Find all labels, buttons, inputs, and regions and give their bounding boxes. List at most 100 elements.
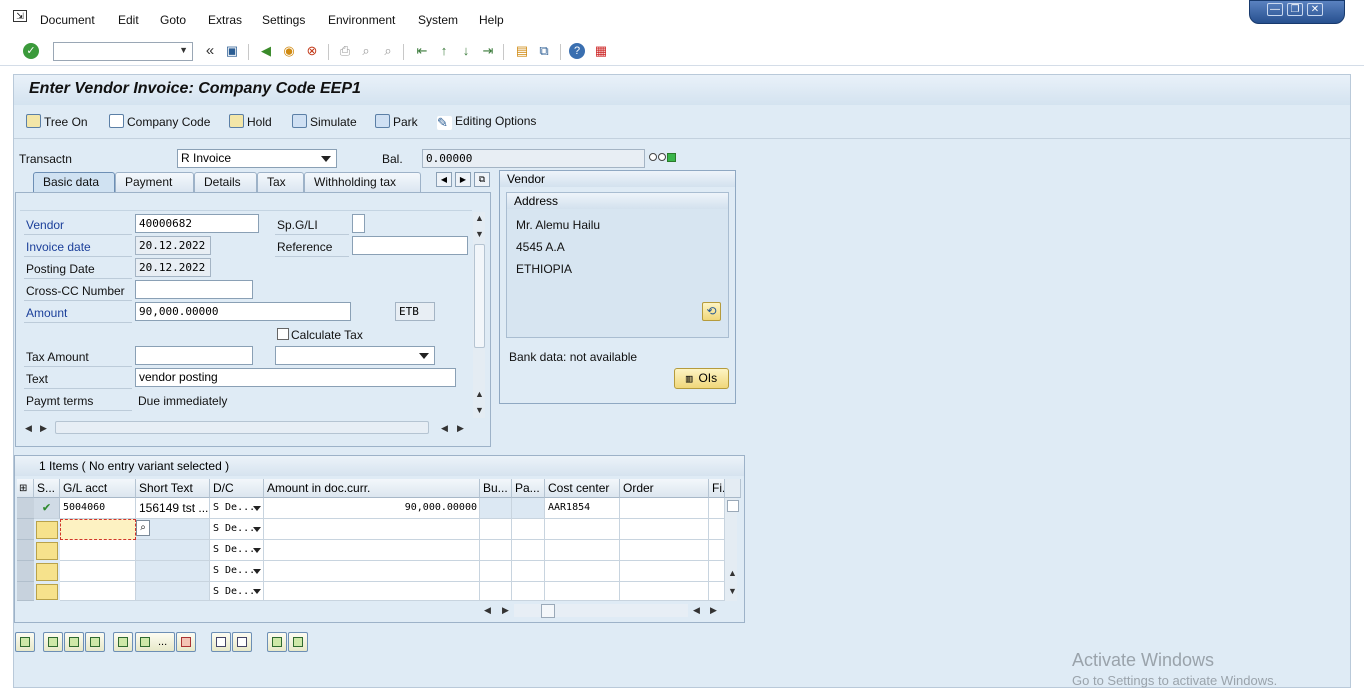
table-cell-short-text[interactable]: [136, 582, 210, 601]
delete-row-icon[interactable]: [176, 632, 196, 652]
row-selector[interactable]: [17, 561, 34, 582]
table-cell-amount[interactable]: [264, 519, 480, 540]
hold-button[interactable]: Hold: [229, 114, 272, 129]
scroll-down-icon[interactable]: ▼: [475, 405, 484, 415]
row-selector[interactable]: [17, 498, 34, 519]
tab-withholding-tax[interactable]: Withholding tax: [304, 172, 421, 192]
column-header-partner[interactable]: Pa...: [512, 479, 545, 498]
table-cell-fund[interactable]: [709, 561, 725, 582]
table-cell-fund[interactable]: [709, 519, 725, 540]
column-header-business-area[interactable]: Bu...: [480, 479, 512, 498]
spgl-field[interactable]: [352, 214, 365, 233]
chevron-down-icon[interactable]: [253, 548, 261, 553]
column-header-gl-account[interactable]: G/L acct: [60, 479, 136, 498]
park-button[interactable]: Park: [375, 114, 418, 129]
table-cell-gl-account[interactable]: [60, 519, 136, 540]
expand-command-icon[interactable]: «: [201, 42, 219, 60]
transaction-select[interactable]: R Invoice: [177, 149, 337, 168]
row-status-field[interactable]: [36, 584, 58, 600]
menu-system[interactable]: System: [418, 13, 458, 27]
table-cell-cost-center[interactable]: [545, 582, 620, 601]
row-status-field[interactable]: [36, 563, 58, 581]
vendor-field[interactable]: 40000682: [135, 214, 259, 233]
text-field[interactable]: vendor posting: [135, 368, 456, 387]
menu-goto[interactable]: Goto: [160, 13, 186, 27]
insert-row-icon[interactable]: [113, 632, 133, 652]
table-cell-cost-center[interactable]: [545, 561, 620, 582]
tab-details[interactable]: Details: [194, 172, 257, 192]
menu-document[interactable]: Document: [40, 13, 95, 27]
table-cell-gl-account[interactable]: [60, 561, 136, 582]
table-cell-gl-account[interactable]: 5004060: [60, 498, 136, 519]
sort-ascending-icon[interactable]: [267, 632, 287, 652]
deselect-all-icon[interactable]: [85, 632, 105, 652]
scroll-right-icon[interactable]: ▶: [710, 605, 717, 616]
table-cell-partner[interactable]: [512, 519, 545, 540]
table-horizontal-thumb[interactable]: [541, 604, 555, 618]
last-page-icon[interactable]: ⇥: [479, 42, 497, 60]
table-cell-order[interactable]: [620, 519, 709, 540]
find-icon[interactable]: ⌕: [357, 42, 375, 60]
create-session-icon[interactable]: ▤: [513, 42, 531, 60]
table-cell-fund[interactable]: [709, 498, 725, 519]
cancel-icon[interactable]: ⊗: [303, 42, 321, 60]
customize-layout-icon[interactable]: ▦: [592, 42, 610, 60]
table-cell-short-text[interactable]: 156149 tst ...: [136, 498, 210, 519]
column-header-fund[interactable]: Fi.: [709, 479, 725, 498]
column-chooser-icon[interactable]: [725, 479, 741, 498]
enter-icon[interactable]: ✓: [23, 43, 39, 59]
table-cell-gl-account[interactable]: [60, 582, 136, 601]
column-header-short-text[interactable]: Short Text: [136, 479, 210, 498]
table-cell-partner[interactable]: [512, 498, 545, 519]
tab-scroll-left-icon[interactable]: ◀: [436, 172, 452, 187]
select-block-icon[interactable]: [64, 632, 84, 652]
menu-settings[interactable]: Settings: [262, 13, 305, 27]
calculate-tax-checkbox[interactable]: [277, 328, 289, 340]
first-page-icon[interactable]: ⇤: [413, 42, 431, 60]
copy-row-icon[interactable]: [211, 632, 231, 652]
table-cell-amount[interactable]: 90,000.00000: [264, 498, 480, 519]
scroll-down-icon[interactable]: ▼: [475, 229, 484, 239]
close-icon[interactable]: ✕: [1307, 3, 1323, 16]
menu-edit[interactable]: Edit: [118, 13, 139, 27]
table-cell-order[interactable]: [620, 498, 709, 519]
save-icon[interactable]: ▣: [223, 42, 241, 60]
table-cell-fund[interactable]: [709, 582, 725, 601]
table-cell-amount[interactable]: [264, 561, 480, 582]
scroll-right-icon[interactable]: ▶: [457, 423, 464, 434]
search-help-icon[interactable]: ⌕: [136, 520, 150, 536]
column-header-dc[interactable]: D/C: [210, 479, 264, 498]
tax-code-select[interactable]: [275, 346, 435, 365]
form-vertical-thumb[interactable]: [474, 244, 485, 348]
column-header-amount[interactable]: Amount in doc.curr.: [264, 479, 480, 498]
table-cell-business-area[interactable]: [480, 498, 512, 519]
restore-icon[interactable]: ❐: [1287, 3, 1303, 16]
previous-page-icon[interactable]: ↑: [435, 42, 453, 60]
scroll-right-icon[interactable]: ▶: [40, 423, 47, 434]
scroll-right-icon[interactable]: ▶: [502, 605, 509, 616]
table-cell-cost-center[interactable]: [545, 540, 620, 561]
back-icon[interactable]: ◀: [257, 42, 275, 60]
table-cell-cost-center[interactable]: [545, 519, 620, 540]
amount-field[interactable]: 90,000.00000: [135, 302, 351, 321]
tab-payment[interactable]: Payment: [115, 172, 194, 192]
table-cell-partner[interactable]: [512, 582, 545, 601]
address-details-icon[interactable]: ⟲: [702, 302, 721, 321]
exit-icon[interactable]: ◉: [280, 42, 298, 60]
paste-row-icon[interactable]: [232, 632, 252, 652]
simulate-button[interactable]: Simulate: [292, 114, 357, 129]
form-horizontal-scrollbar[interactable]: [55, 421, 429, 434]
next-page-icon[interactable]: ↓: [457, 42, 475, 60]
table-cell-short-text[interactable]: [136, 540, 210, 561]
table-cell-business-area[interactable]: [480, 540, 512, 561]
chevron-down-icon[interactable]: [253, 527, 261, 532]
scroll-left-icon[interactable]: ◀: [693, 605, 700, 616]
menu-environment[interactable]: Environment: [328, 13, 395, 27]
insert-rows-menu-icon[interactable]: ...: [135, 632, 175, 652]
table-cell-business-area[interactable]: [480, 519, 512, 540]
scroll-up-icon[interactable]: ▲: [475, 213, 484, 223]
column-header-order[interactable]: Order: [620, 479, 709, 498]
table-cell-cost-center[interactable]: AAR1854: [545, 498, 620, 519]
table-cell-order[interactable]: [620, 561, 709, 582]
table-cell-business-area[interactable]: [480, 561, 512, 582]
